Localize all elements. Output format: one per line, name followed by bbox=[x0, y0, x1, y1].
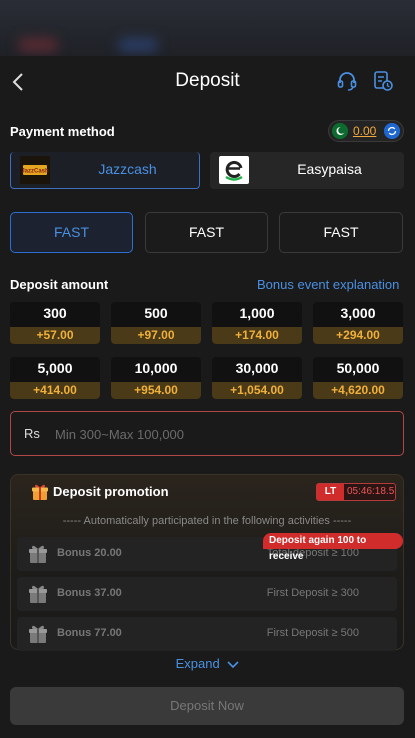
deposit-promotion-panel: Deposit promotion LT 05:46:18.5 ----- Au… bbox=[10, 474, 404, 651]
promotion-bonus: Bonus 37.00 bbox=[57, 587, 122, 599]
channel-fast-1[interactable]: FAST bbox=[10, 212, 133, 253]
jazzcash-logo: JazzCash bbox=[20, 156, 50, 184]
background-strip bbox=[0, 0, 415, 56]
amount-input-box: Rs bbox=[10, 411, 404, 456]
amount-option[interactable]: 3,000 +294.00 bbox=[313, 302, 403, 344]
limited-time-badge: LT 05:46:18.5 bbox=[316, 483, 396, 501]
amount-value: 3,000 bbox=[340, 305, 376, 321]
channel-fast-3[interactable]: FAST bbox=[279, 212, 403, 253]
pakistan-flag-icon bbox=[332, 123, 348, 139]
expand-button[interactable]: Expand bbox=[0, 656, 415, 671]
amount-value: 500 bbox=[144, 305, 168, 321]
deposit-amount-label: Deposit amount bbox=[10, 277, 109, 292]
balance-value: 0.00 bbox=[353, 124, 377, 138]
amount-bonus: +414.00 bbox=[10, 382, 100, 399]
amount-bonus: +1,054.00 bbox=[212, 382, 302, 399]
amount-value: 5,000 bbox=[37, 360, 73, 376]
blurred-background-shape bbox=[118, 38, 158, 52]
channel-fast-2[interactable]: FAST bbox=[145, 212, 268, 253]
amount-option[interactable]: 500 +97.00 bbox=[111, 302, 201, 344]
auto-participation-note: ----- Automatically participated in the … bbox=[62, 515, 352, 527]
amount-bonus: +174.00 bbox=[212, 327, 302, 344]
history-icon[interactable] bbox=[372, 70, 394, 92]
countdown-timer: 05:46:18.5 bbox=[347, 486, 395, 497]
payment-method-easypaisa[interactable]: Easypaisa bbox=[210, 152, 404, 189]
amount-value: 50,000 bbox=[336, 360, 380, 376]
promotion-row: Bonus 77.00 First Deposit ≥ 500 bbox=[17, 617, 397, 651]
bonus-event-explanation-link[interactable]: Bonus event explanation bbox=[257, 277, 399, 292]
promotion-row: Bonus 37.00 First Deposit ≥ 300 bbox=[17, 577, 397, 611]
amount-bonus: +954.00 bbox=[111, 382, 201, 399]
amount-input[interactable] bbox=[55, 422, 385, 446]
amount-option[interactable]: 1,000 +174.00 bbox=[212, 302, 302, 344]
amount-value: 10,000 bbox=[134, 360, 178, 376]
amount-option[interactable]: 5,000 +414.00 bbox=[10, 357, 100, 399]
amount-option[interactable]: 30,000 +1,054.00 bbox=[212, 357, 302, 399]
amount-value: 1,000 bbox=[239, 305, 275, 321]
promotion-bonus: Bonus 77.00 bbox=[57, 627, 122, 639]
amount-option[interactable]: 300 +57.00 bbox=[10, 302, 100, 344]
lt-label: LT bbox=[317, 484, 344, 500]
amount-option[interactable]: 10,000 +954.00 bbox=[111, 357, 201, 399]
balance-pill[interactable]: 0.00 bbox=[328, 120, 404, 142]
blurred-background-shape bbox=[18, 38, 58, 52]
amount-bonus: +97.00 bbox=[111, 327, 201, 344]
gift-icon bbox=[29, 625, 47, 643]
amount-bonus: +57.00 bbox=[10, 327, 100, 344]
payment-method-label: Payment method bbox=[10, 124, 115, 139]
amount-option[interactable]: 50,000 +4,620.00 bbox=[313, 357, 403, 399]
payment-method-label: Easypaisa bbox=[297, 161, 362, 177]
currency-label: Rs bbox=[24, 426, 40, 441]
svg-text:JazzCash: JazzCash bbox=[21, 169, 49, 175]
amount-value: 300 bbox=[43, 305, 67, 321]
expand-label: Expand bbox=[175, 656, 220, 671]
promotion-condition: First Deposit ≥ 500 bbox=[266, 627, 359, 639]
headset-icon[interactable] bbox=[336, 70, 358, 92]
deposit-now-button[interactable]: Deposit Now bbox=[10, 687, 404, 725]
deposit-again-badge: Deposit again 100 to receive bbox=[263, 533, 403, 562]
promotion-condition: First Deposit ≥ 300 bbox=[266, 587, 359, 599]
chevron-down-icon bbox=[227, 660, 239, 668]
gift-icon bbox=[29, 585, 47, 603]
payment-method-jazzcash[interactable]: JazzCash Jazzcash bbox=[10, 152, 200, 189]
payment-method-label: Jazzcash bbox=[98, 161, 157, 177]
easypaisa-logo bbox=[219, 156, 249, 184]
refresh-icon[interactable] bbox=[384, 123, 400, 139]
amount-bonus: +294.00 bbox=[313, 327, 403, 344]
gift-icon bbox=[32, 484, 48, 500]
promotion-bonus: Bonus 20.00 bbox=[57, 547, 122, 559]
gift-icon bbox=[29, 545, 47, 563]
amount-value: 30,000 bbox=[235, 360, 279, 376]
promotion-title: Deposit promotion bbox=[53, 484, 169, 499]
amount-bonus: +4,620.00 bbox=[313, 382, 403, 399]
